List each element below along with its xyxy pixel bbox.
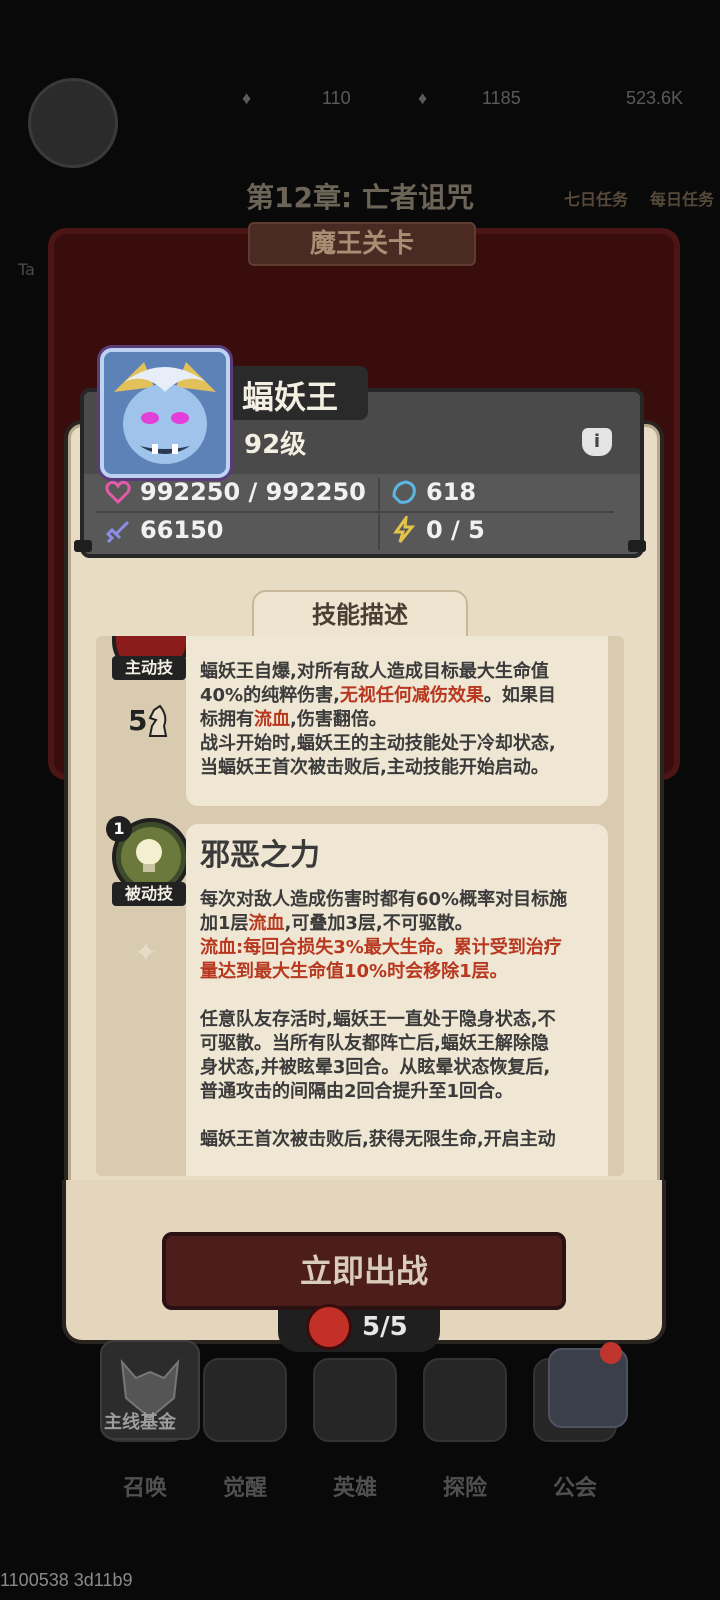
lightning-icon xyxy=(393,516,416,543)
main-fund-label: 主线基金 xyxy=(104,1412,176,1433)
stamina-value: 5/5 xyxy=(362,1312,408,1342)
active-skill-cost: 5 xyxy=(128,704,148,737)
active-skill-badge: 主动技 xyxy=(112,656,186,680)
gem-icon: ♦ xyxy=(242,88,252,108)
resource-bar: ♦ 110 ♦ 1185 523.6K xyxy=(0,70,720,140)
sparkle-icon: ✦ xyxy=(134,936,158,969)
skills-tab: 技能描述 xyxy=(252,590,468,642)
passive-skill-card: 邪恶之力 每次对敌人造成伤害时都有60%概率对目标施 加1层流血,可叠加3层,不… xyxy=(186,824,608,1176)
currency-2: 1185 xyxy=(482,88,521,108)
stamina-pill xyxy=(278,1310,440,1352)
heroes-icon xyxy=(313,1358,397,1442)
currency-1: 110 xyxy=(322,88,351,108)
awaken-icon xyxy=(203,1358,287,1442)
currency-3: 523.6K xyxy=(626,88,684,108)
gem-icon-2: ♦ xyxy=(418,88,428,108)
stat-divider-vertical xyxy=(378,478,380,550)
boss-name: 蝠妖王 xyxy=(242,378,339,416)
heart-icon xyxy=(105,480,131,505)
skills-list[interactable]: 主动技 5 蝠妖王自爆,对所有敌人造成目标最大生命值 40%的纯粹伤害,无视任何… xyxy=(96,636,624,1176)
defense-value: 618 xyxy=(426,478,477,506)
hp-value: 992250 / 992250 xyxy=(140,478,366,506)
stage-banner: 魔王关卡 xyxy=(248,222,476,266)
boss-portrait xyxy=(100,348,230,478)
passive-skill-level: 1 xyxy=(106,816,132,842)
rail-cap-right xyxy=(628,540,646,552)
attack-value: 66150 xyxy=(140,516,224,544)
nav-explore[interactable]: 探险 xyxy=(410,1350,520,1501)
nav-heroes[interactable]: 英雄 xyxy=(300,1350,410,1501)
apple-icon xyxy=(306,1304,352,1350)
notification-dot xyxy=(600,1342,622,1364)
info-button[interactable]: i xyxy=(582,428,612,456)
boss-level: 92级 xyxy=(244,430,307,460)
rail-cap-left xyxy=(74,540,92,552)
start-battle-button[interactable]: 立即出战 xyxy=(162,1232,566,1310)
knight-piece-icon xyxy=(148,704,168,737)
shield-icon xyxy=(392,480,416,504)
build-id: 1100538 3d11b9 xyxy=(0,1570,133,1590)
stat-divider xyxy=(96,511,614,513)
sword-icon xyxy=(105,520,130,544)
bat-king-icon xyxy=(104,352,226,474)
explore-icon xyxy=(423,1358,507,1442)
nav-awaken[interactable]: 觉醒 xyxy=(190,1350,300,1501)
passive-skill-badge: 被动技 xyxy=(112,882,186,906)
passive-skill-title: 邪恶之力 xyxy=(200,838,320,873)
energy-value: 0 / 5 xyxy=(426,516,485,544)
active-skill-card: 蝠妖王自爆,对所有敌人造成目标最大生命值 40%的纯粹伤害,无视任何减伤效果。如… xyxy=(186,636,608,806)
left-side-menu: Ta xyxy=(18,260,35,279)
